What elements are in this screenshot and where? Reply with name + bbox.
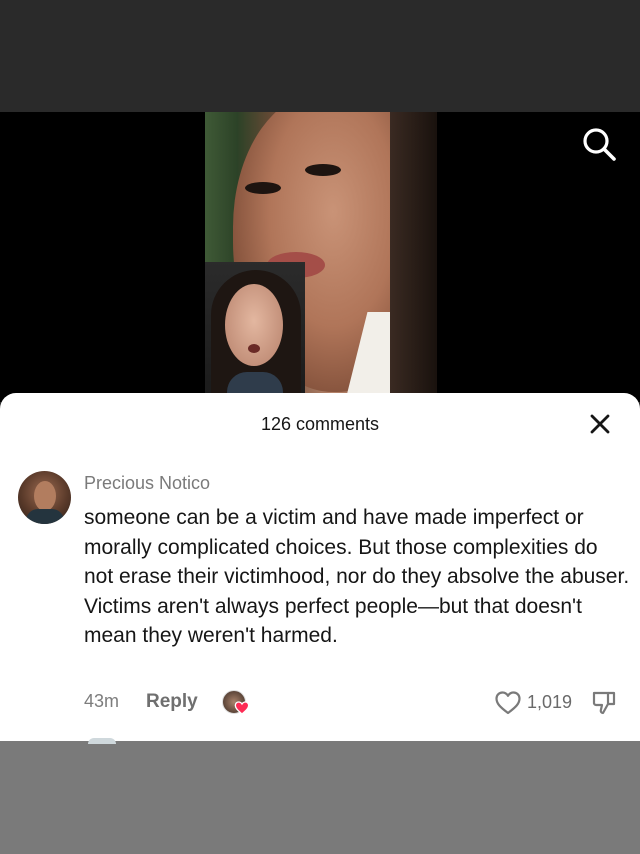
heart-outline-icon[interactable]: [494, 690, 522, 716]
video-subject-hair: [390, 112, 437, 402]
comments-count-title: 126 comments: [260, 414, 380, 434]
status-bar-area: [0, 0, 640, 112]
comment-paragraph: Victims aren't always perfect people—but…: [84, 594, 582, 648]
pip-mouth: [248, 344, 260, 353]
reply-button[interactable]: Reply: [146, 691, 198, 713]
avatar-face: [34, 481, 56, 511]
video-frame: [205, 112, 437, 402]
pip-face: [225, 284, 283, 366]
like-count: 1,019: [527, 692, 573, 712]
creator-picture-in-picture: [205, 262, 305, 402]
thumbs-down-icon[interactable]: [590, 689, 618, 717]
avatar-shirt: [26, 509, 64, 524]
next-comment-avatar: [88, 738, 116, 744]
comments-sheet: 126 comments Precious Notico someone can…: [0, 393, 640, 741]
comment-text: someone can be a victim and have made im…: [84, 503, 632, 651]
comment-username[interactable]: Precious Notico: [84, 473, 210, 494]
creator-liked-badge: [222, 690, 250, 716]
background-overlay: [0, 741, 640, 854]
video-player[interactable]: [0, 112, 640, 402]
close-icon[interactable]: [586, 410, 614, 438]
comment-timestamp: 43m: [84, 691, 120, 711]
video-subject-eye: [305, 164, 341, 176]
search-icon[interactable]: [579, 124, 619, 164]
creator-liked-heart-icon: [234, 701, 250, 715]
video-subject-eye: [245, 182, 281, 194]
comment-paragraph: someone can be a victim and have made im…: [84, 506, 630, 588]
commenter-avatar[interactable]: [18, 471, 71, 524]
